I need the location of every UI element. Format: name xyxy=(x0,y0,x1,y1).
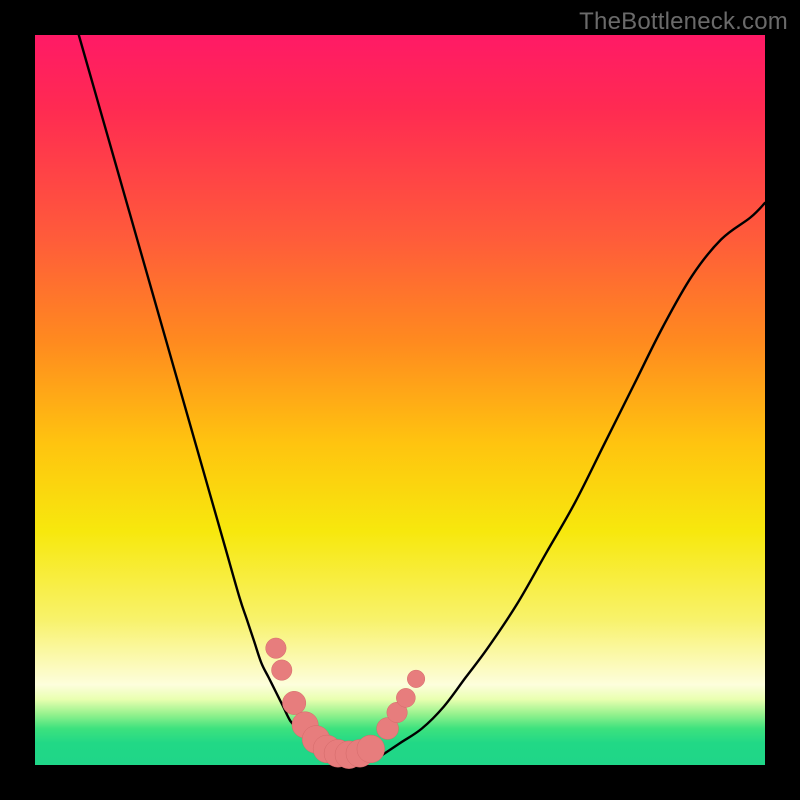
watermark-text: TheBottleneck.com xyxy=(579,8,788,36)
curve-group xyxy=(79,35,765,763)
marker-dot xyxy=(272,660,292,680)
marker-dot xyxy=(407,670,425,688)
marker-dot xyxy=(357,735,385,763)
chart-frame: TheBottleneck.com xyxy=(0,0,800,800)
marker-dot xyxy=(282,691,305,714)
bottleneck-curve xyxy=(79,35,765,763)
marker-group xyxy=(266,638,425,769)
marker-dot xyxy=(396,688,415,707)
chart-svg xyxy=(35,35,765,765)
marker-dot xyxy=(266,638,286,658)
